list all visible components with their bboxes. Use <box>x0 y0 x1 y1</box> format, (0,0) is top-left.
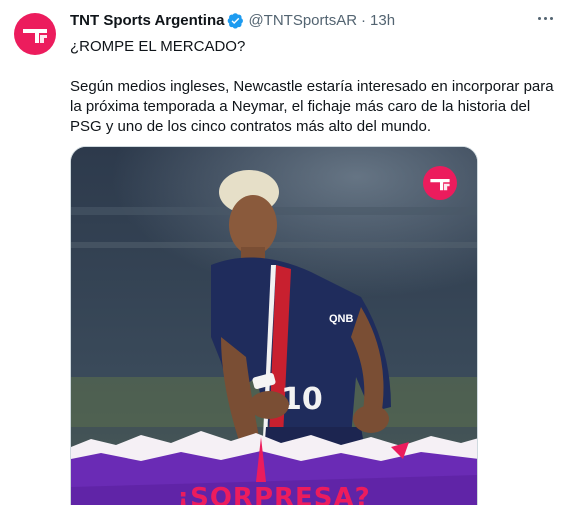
tweet-body: Según medios ingleses, Newcastle estaría… <box>70 78 554 135</box>
media-image[interactable]: QNB 10 ¡SORPRESA? <box>70 146 478 505</box>
handle[interactable]: @TNTSportsAR <box>248 12 357 29</box>
tweet-text: ¿ROMPE EL MERCADO? Según medios ingleses… <box>70 37 560 137</box>
tnt-logo-icon <box>23 29 47 43</box>
display-name[interactable]: TNT Sports Argentina <box>70 12 224 29</box>
avatar[interactable] <box>14 13 56 55</box>
tweet-header: TNT Sports Argentina @TNTSportsAR · 13h <box>70 10 528 30</box>
player-photo: QNB 10 <box>71 147 477 505</box>
tweet-title-line: ¿ROMPE EL MERCADO? <box>70 38 246 55</box>
timestamp[interactable]: 13h <box>370 12 395 29</box>
tweet[interactable]: TNT Sports Argentina @TNTSportsAR · 13h … <box>0 0 568 505</box>
sponsor-text: QNB <box>329 313 354 325</box>
verified-badge-icon <box>228 12 244 29</box>
more-options-icon[interactable] <box>532 8 558 28</box>
separator-dot: · <box>361 11 367 29</box>
media-logo <box>423 166 457 200</box>
tnt-logo-icon <box>430 179 450 191</box>
media-headline: ¡SORPRESA? <box>177 483 371 505</box>
